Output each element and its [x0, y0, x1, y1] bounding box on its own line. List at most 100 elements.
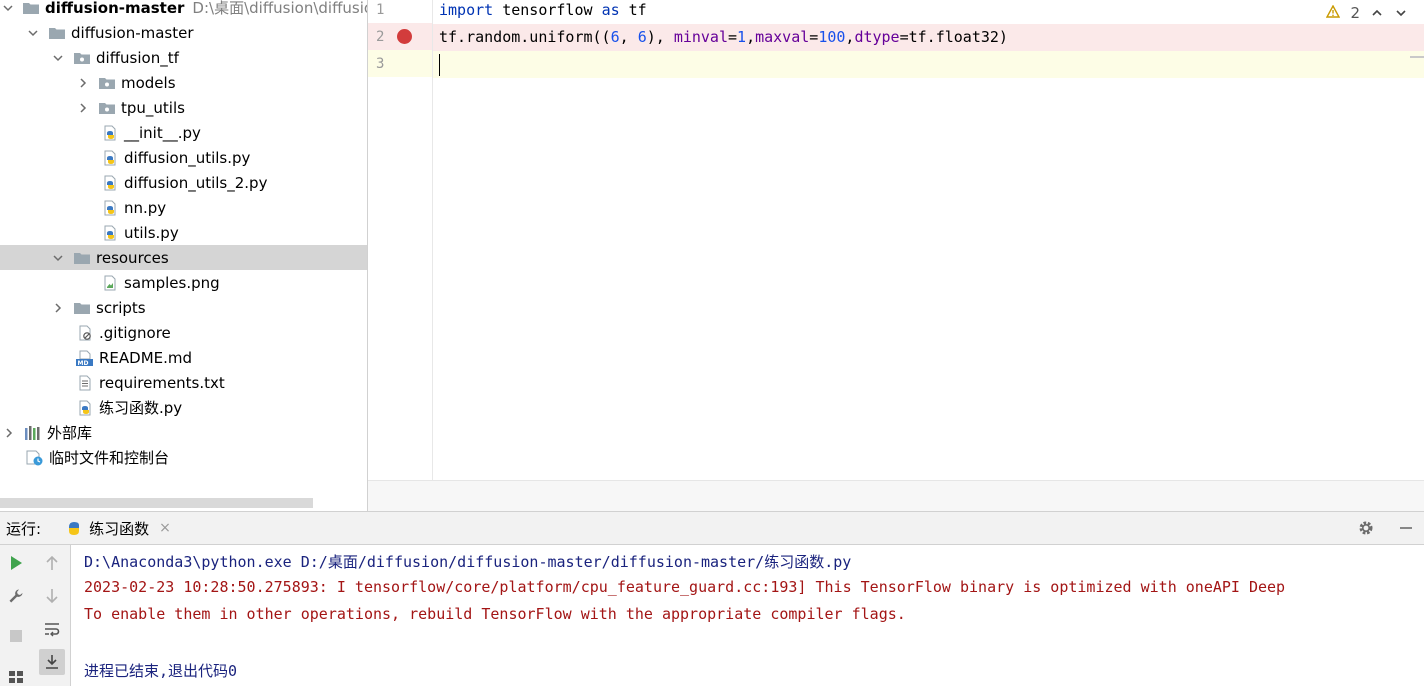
tree-item-label: nn.py: [124, 198, 167, 217]
tree-item-samples-png[interactable]: samples.png: [0, 270, 367, 295]
minimize-icon[interactable]: [1396, 518, 1416, 538]
tree-item-label: scripts: [96, 298, 146, 317]
warning-icon: [1326, 4, 1341, 22]
code-line-2[interactable]: tf.random.uniform((6, 6), minval=1,maxva…: [433, 24, 1424, 51]
markdown-file-icon: MD: [76, 350, 94, 366]
tree-item-diffusion-master[interactable]: diffusion-master: [0, 20, 367, 45]
package-folder-icon: [98, 100, 116, 116]
console-exit-line: 进程已结束,退出代码0: [84, 662, 238, 680]
stop-icon[interactable]: [5, 625, 27, 647]
chevron-up-icon[interactable]: [1370, 6, 1384, 20]
tree-item-nn-py[interactable]: nn.py: [0, 195, 367, 220]
tree-item-label: resources: [96, 248, 169, 267]
python-file-icon: [101, 125, 119, 141]
tree-item-utils-py[interactable]: utils.py: [0, 220, 367, 245]
tree-item-label: diffusion_utils_2.py: [124, 173, 268, 192]
wrench-icon[interactable]: [5, 585, 27, 607]
console-log-line: To enable them in other operations, rebu…: [84, 605, 906, 623]
code-param: dtype: [854, 28, 900, 46]
code-number: 6: [637, 28, 647, 46]
tree-item-models[interactable]: models: [0, 70, 367, 95]
tree-item-resources[interactable]: resources: [0, 245, 367, 270]
package-folder-icon: [98, 75, 116, 91]
layout-icon[interactable]: [5, 665, 27, 687]
code-token: =: [809, 28, 819, 46]
chevron-down-icon[interactable]: [51, 251, 65, 265]
gear-icon[interactable]: [1356, 518, 1376, 538]
scroll-to-end-icon[interactable]: [39, 649, 65, 675]
tree-item-label: requirements.txt: [99, 373, 225, 392]
chevron-right-icon[interactable]: [76, 101, 90, 115]
code-token: =tf.float32): [899, 28, 1008, 46]
chevron-down-icon[interactable]: [26, 26, 40, 40]
soft-wrap-icon[interactable]: [41, 618, 63, 640]
line-number: 3: [376, 56, 385, 72]
code-editor[interactable]: import tensorflow as tf tf.random.unifor…: [433, 0, 1424, 480]
warning-count: 2: [1350, 4, 1360, 22]
tree-item-label: models: [121, 73, 176, 92]
python-file-icon: [101, 200, 119, 216]
tree-item-label: 外部库: [47, 424, 93, 442]
tree-item-tpu-utils[interactable]: tpu_utils: [0, 95, 367, 120]
chevron-down-icon[interactable]: [2, 1, 14, 15]
run-toolbar: [0, 545, 71, 686]
scratch-icon: [26, 450, 44, 466]
chevron-right-icon[interactable]: [51, 301, 65, 315]
tree-item-external-libraries[interactable]: 外部库: [0, 420, 367, 445]
code-line-1[interactable]: import tensorflow as tf: [433, 0, 1424, 24]
python-file-icon: [76, 400, 94, 416]
library-icon: [24, 425, 42, 441]
keyword-import: import: [439, 1, 494, 19]
tree-item-scratches[interactable]: 临时文件和控制台: [0, 445, 367, 470]
keyword-as: as: [601, 1, 620, 19]
console-log-line: 2023-02-23 10:28:50.275893: I tensorflow…: [84, 578, 1286, 596]
image-file-icon: [101, 275, 119, 291]
chevron-right-icon[interactable]: [2, 426, 16, 440]
tree-item-label: __init__.py: [124, 123, 201, 142]
arrow-down-icon[interactable]: [41, 585, 63, 607]
run-console[interactable]: D:\Anaconda3\python.exe D:/桌面/diffusion/…: [71, 545, 1424, 686]
run-icon[interactable]: [5, 552, 27, 574]
scrollbar-marker[interactable]: [1410, 56, 1424, 58]
code-token: ,: [746, 28, 756, 46]
close-icon[interactable]: ×: [159, 520, 171, 536]
breakpoint-icon[interactable]: [397, 29, 412, 44]
tree-item-label: diffusion_tf: [96, 48, 179, 67]
chevron-right-icon[interactable]: [76, 76, 90, 90]
inspection-widget[interactable]: 2: [1326, 4, 1408, 22]
text-caret: [439, 53, 440, 76]
arrow-up-icon[interactable]: [41, 552, 63, 574]
tree-item-diffusion-tf[interactable]: diffusion_tf: [0, 45, 367, 70]
chevron-down-icon[interactable]: [1394, 6, 1408, 20]
project-panel: diffusion-master D:\桌面\diffusion\diffusi…: [0, 0, 368, 511]
tree-item-label: diffusion_utils.py: [124, 148, 251, 167]
horizontal-scrollbar[interactable]: [0, 498, 313, 508]
python-icon: [65, 519, 83, 537]
code-number: 100: [818, 28, 846, 46]
code-line-3[interactable]: [433, 51, 1424, 78]
tree-item-scripts[interactable]: scripts: [0, 295, 367, 320]
code-token: =: [728, 28, 738, 46]
code-token: tf.random.uniform((: [439, 28, 611, 46]
run-tab[interactable]: 练习函数 ×: [65, 512, 171, 545]
tree-item-readme-md[interactable]: MD README.md: [0, 345, 367, 370]
tree-item-requirements-txt[interactable]: requirements.txt: [0, 370, 367, 395]
text-file-icon: [76, 375, 94, 391]
tree-item-diffusion-utils-2-py[interactable]: diffusion_utils_2.py: [0, 170, 367, 195]
tree-item-diffusion-utils-py[interactable]: diffusion_utils.py: [0, 145, 367, 170]
tree-item-label: README.md: [99, 348, 193, 367]
code-token: tensorflow: [493, 1, 602, 19]
editor-gutter[interactable]: 1 2 3: [368, 0, 433, 480]
tree-item-practice-py[interactable]: 练习函数.py: [0, 395, 367, 420]
python-file-icon: [101, 225, 119, 241]
python-file-icon: [101, 150, 119, 166]
run-tab-label: 练习函数: [89, 519, 150, 538]
tree-item-gitignore[interactable]: .gitignore: [0, 320, 367, 345]
chevron-down-icon[interactable]: [51, 51, 65, 65]
run-panel-title: 运行:: [6, 519, 42, 538]
tree-root[interactable]: diffusion-master D:\桌面\diffusion\diffusi…: [0, 0, 367, 20]
tree-item-label: diffusion-master: [71, 23, 194, 42]
code-number: 6: [610, 28, 620, 46]
tree-item-init-py[interactable]: __init__.py: [0, 120, 367, 145]
svg-text:MD: MD: [78, 360, 89, 366]
